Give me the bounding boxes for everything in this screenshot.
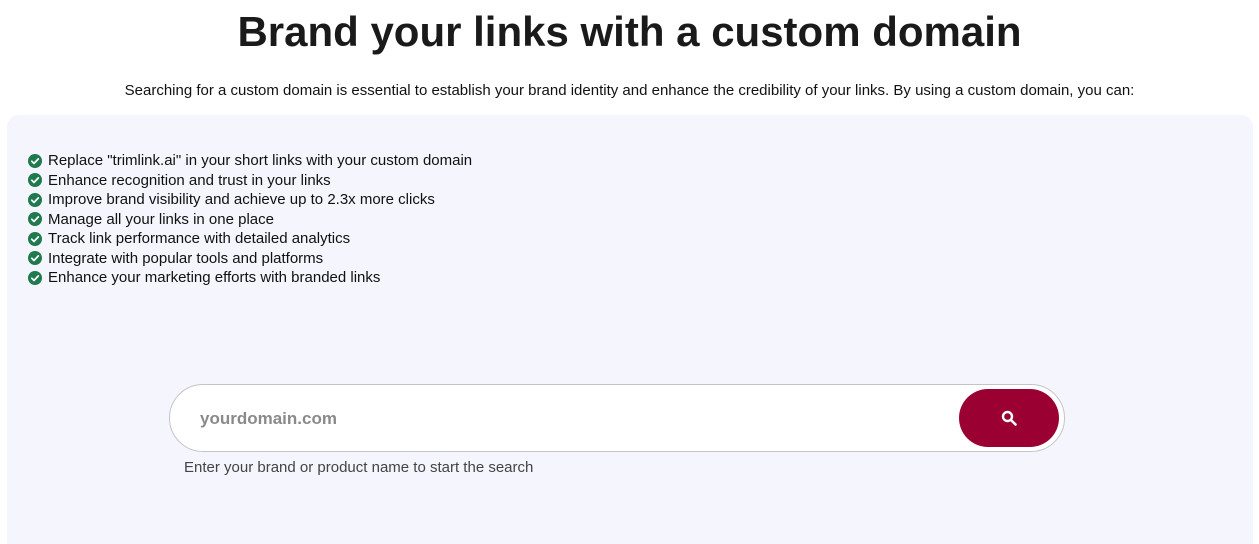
search-hint: Enter your brand or product name to star… <box>184 459 534 476</box>
check-circle-icon <box>28 173 42 188</box>
benefit-label: Manage all your links in one place <box>48 210 274 228</box>
benefit-item: Integrate with popular tools and platfor… <box>28 249 472 269</box>
search-icon <box>1001 410 1017 426</box>
check-circle-icon <box>28 153 42 168</box>
benefit-item: Manage all your links in one place <box>28 210 472 230</box>
check-circle-icon <box>28 251 42 266</box>
benefit-item: Enhance your marketing efforts with bran… <box>28 268 472 288</box>
page: Brand your links with a custom domain Se… <box>0 0 1259 544</box>
benefit-label: Enhance your marketing efforts with bran… <box>48 269 381 287</box>
check-circle-icon <box>28 212 42 227</box>
benefit-item: Track link performance with detailed ana… <box>28 229 472 249</box>
page-subtitle: Searching for a custom domain is essenti… <box>124 82 1135 99</box>
benefit-item: Enhance recognition and trust in your li… <box>28 171 472 191</box>
benefit-label: Track link performance with detailed ana… <box>48 230 351 248</box>
benefit-item: Improve brand visibility and achieve up … <box>28 190 472 210</box>
benefit-label: Replace "trimlink.ai" in your short link… <box>48 152 473 170</box>
benefit-label: Enhance recognition and trust in your li… <box>48 171 331 189</box>
benefit-item: Replace "trimlink.ai" in your short link… <box>28 151 472 171</box>
check-circle-icon <box>28 231 42 246</box>
benefit-label: Integrate with popular tools and platfor… <box>48 249 324 267</box>
benefits-list: Replace "trimlink.ai" in your short link… <box>28 151 472 288</box>
benefit-label: Improve brand visibility and achieve up … <box>48 191 435 209</box>
search-button[interactable] <box>959 389 1059 447</box>
domain-search-panel: Replace "trimlink.ai" in your short link… <box>7 115 1253 544</box>
check-circle-icon <box>28 270 42 285</box>
check-circle-icon <box>28 192 42 207</box>
domain-search-box <box>169 384 1065 452</box>
domain-search-input[interactable] <box>198 393 952 445</box>
page-title: Brand your links with a custom domain <box>237 8 1022 55</box>
